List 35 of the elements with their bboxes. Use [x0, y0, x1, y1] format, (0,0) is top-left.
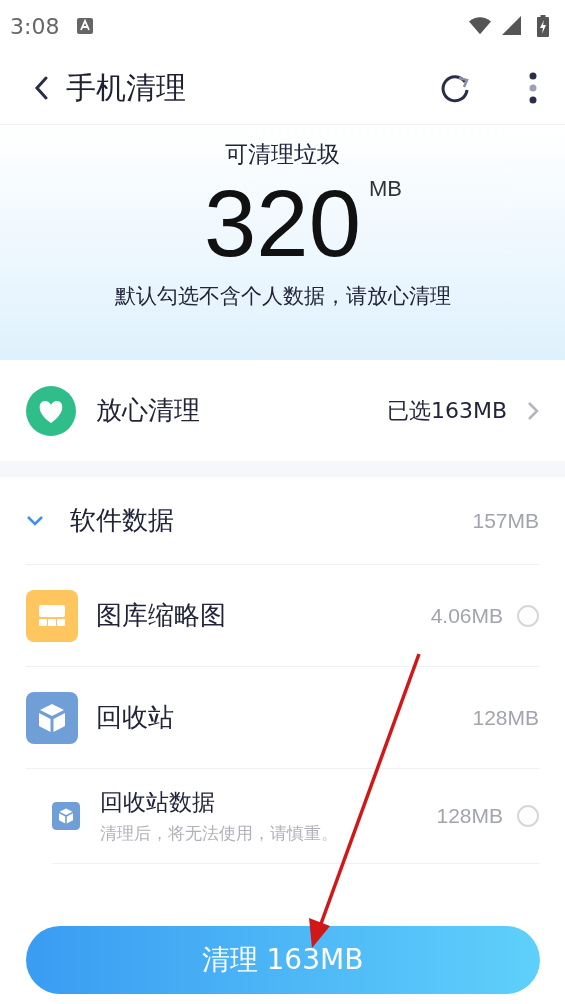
wifi-icon	[469, 16, 491, 36]
item-name: 图库缩略图	[96, 599, 226, 632]
summary-note: 默认勾选不含个人数据，请放心清理	[114, 283, 451, 310]
junk-item[interactable]: 回收站 128MB	[26, 667, 539, 769]
junk-item[interactable]: 回收站数据 清理后，将无法使用，请慎重。 128MB	[52, 769, 539, 864]
safe-clean-label: 放心清理	[96, 394, 200, 427]
battery-icon	[537, 15, 549, 37]
page-title: 手机清理	[66, 68, 186, 107]
refresh-icon[interactable]	[439, 72, 471, 104]
summary-label: 可清理垃圾	[225, 140, 340, 169]
category-header[interactable]: 软件数据 157MB	[26, 477, 539, 565]
item-hint: 清理后，将无法使用，请慎重。	[100, 822, 338, 845]
item-name: 回收站	[96, 701, 174, 734]
safe-clean-row[interactable]: 放心清理 已选163MB	[0, 360, 565, 461]
back-icon[interactable]	[34, 76, 48, 100]
chevron-right-icon	[527, 400, 539, 421]
select-checkbox[interactable]	[517, 805, 539, 827]
cube-icon	[26, 691, 78, 744]
junk-item[interactable]: 图库缩略图 4.06MB	[26, 565, 539, 667]
more-options-icon[interactable]	[529, 72, 537, 104]
selected-size: 已选163MB	[386, 396, 507, 425]
signal-icon	[501, 16, 523, 36]
select-checkbox[interactable]	[517, 604, 539, 627]
item-size: 128MB	[472, 705, 539, 730]
item-size: 4.06MB	[430, 603, 503, 628]
group-name: 软件数据	[70, 504, 174, 537]
amount-unit: MB	[368, 176, 402, 202]
gallery-icon	[26, 589, 78, 642]
cube-icon	[52, 802, 80, 830]
item-size: 128MB	[436, 804, 503, 828]
junk-amount: 320	[204, 170, 361, 278]
keyboard-notification-icon	[77, 18, 94, 34]
status-time: 3:08	[10, 13, 60, 39]
item-name: 回收站数据	[100, 788, 216, 817]
group-size: 157MB	[472, 508, 539, 533]
